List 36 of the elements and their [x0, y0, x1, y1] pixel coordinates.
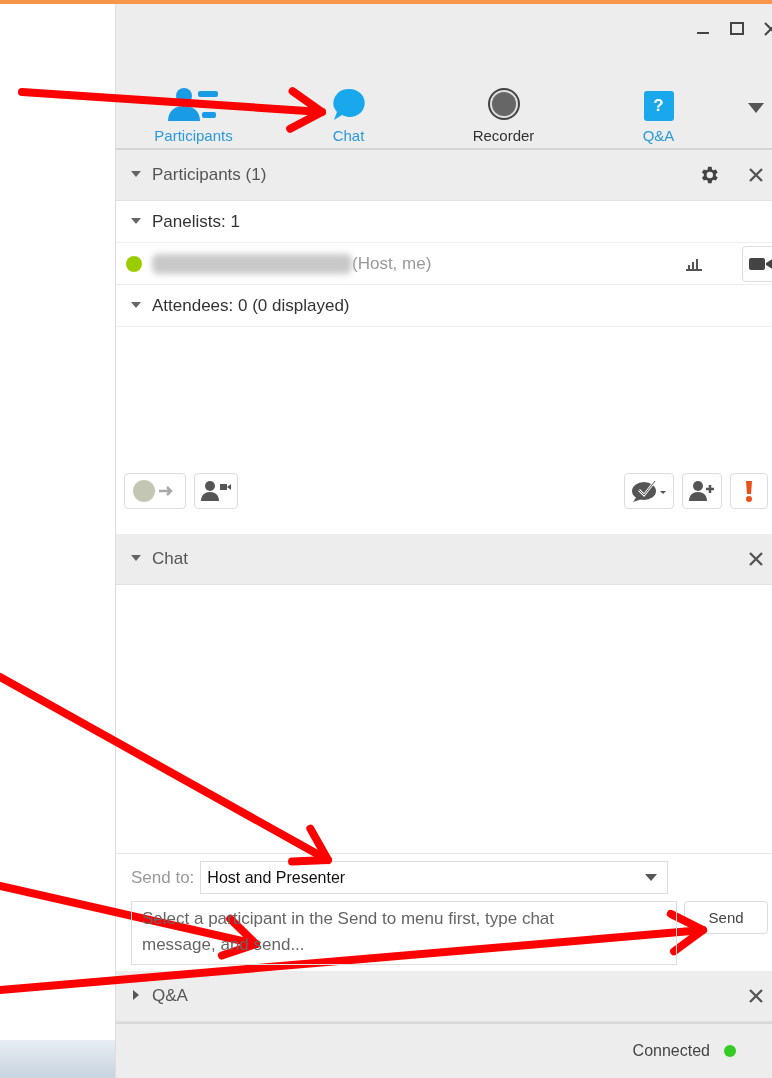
group-row[interactable]: Attendees: 0 (0 displayed) — [116, 285, 772, 327]
participant-role: (Host, me) — [352, 253, 433, 274]
question-icon: ? — [643, 91, 674, 121]
close-icon[interactable] — [748, 988, 764, 1004]
panel-title: Q&A — [152, 986, 189, 1006]
connection-dot — [724, 1045, 736, 1057]
video-camera-icon — [749, 255, 772, 272]
toolbar-tab[interactable]: Recorder — [426, 87, 581, 144]
record-icon — [486, 87, 521, 121]
people-list-icon — [167, 87, 220, 121]
close-icon[interactable] — [748, 551, 764, 567]
group-row[interactable]: Panelists: 1 — [116, 201, 772, 243]
close-icon[interactable] — [748, 167, 764, 183]
person-camera-icon — [201, 481, 231, 501]
alert-button[interactable] — [730, 473, 768, 509]
add-person-button[interactable] — [682, 473, 722, 509]
panel-title: Chat — [152, 549, 189, 569]
bar-chart-icon — [686, 256, 702, 271]
exclamation-icon — [745, 480, 753, 502]
dropdown-caret-icon — [645, 873, 658, 882]
group-label: Attendees: 0 (0 displayed) — [152, 295, 350, 316]
speech-bubble-icon — [331, 87, 366, 121]
status-dot — [126, 255, 142, 272]
maximize-icon[interactable] — [730, 22, 744, 36]
feedback-dropdown-button[interactable] — [624, 473, 674, 509]
group-label: Panelists: 1 — [152, 211, 240, 232]
status-text: Connected — [632, 1042, 710, 1060]
panel-title: Participants (1) — [152, 165, 268, 185]
person-video-button[interactable] — [194, 473, 238, 509]
dropdown-caret-icon[interactable] — [748, 102, 764, 114]
check-bubble-icon — [631, 480, 667, 502]
add-person-icon — [689, 481, 715, 501]
recipient-value: Host and Presenter — [207, 868, 346, 887]
recipient-dropdown[interactable]: Host and Presenter — [200, 861, 669, 894]
video-button[interactable] — [742, 245, 772, 282]
send-to-label: Send to: — [131, 867, 195, 888]
